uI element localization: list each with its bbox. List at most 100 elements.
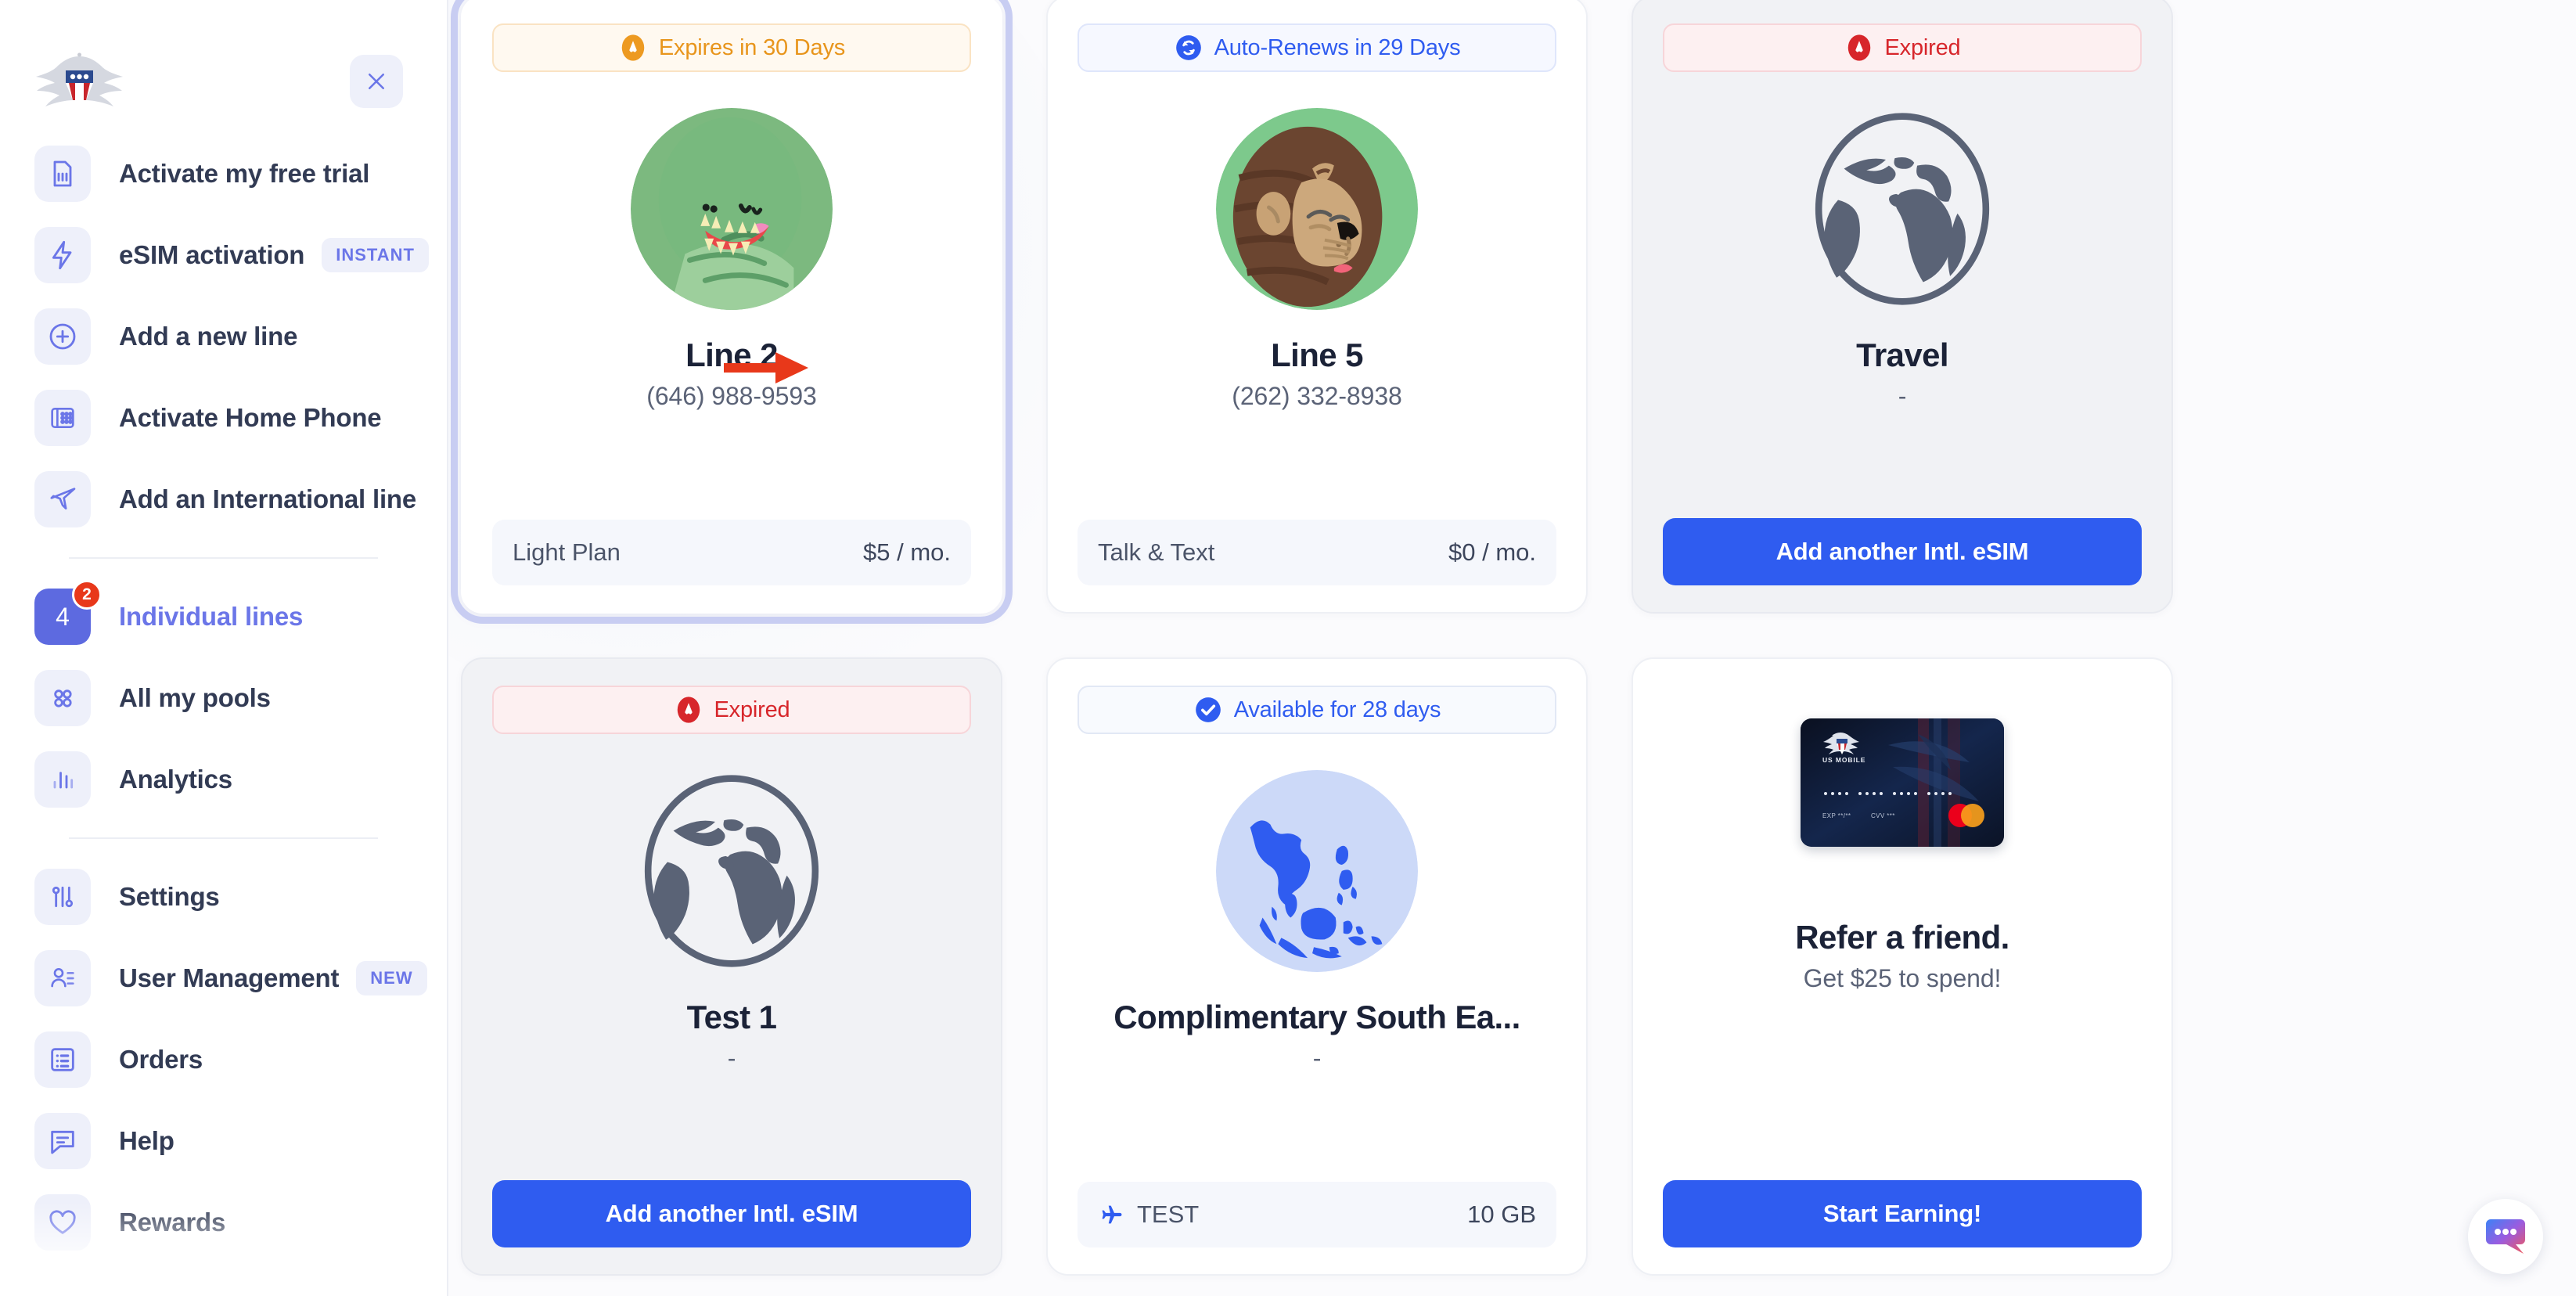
card-wrapper-line-5: Auto-Renews in 29 Days Line 5 (262) 332-… xyxy=(1046,0,1594,621)
svg-text:CVV ***: CVV *** xyxy=(1871,812,1895,819)
sidebar-item-analytics[interactable]: Analytics xyxy=(34,739,412,820)
sidebar-item-individual-lines[interactable]: 4 2 Individual lines xyxy=(34,576,412,657)
start-earning-button[interactable]: Start Earning! xyxy=(1663,1180,2142,1247)
card-wrapper-refer-a-friend: US MOBILE EXP **/** CVV *** Refer a frie… xyxy=(1632,657,2179,1283)
card-title: Test 1 xyxy=(686,999,777,1035)
us-mobile-logo-icon xyxy=(34,45,124,117)
card-title: Complimentary South Ea... xyxy=(1114,999,1520,1035)
line-count-value: 4 xyxy=(56,602,70,631)
sidebar-item-badge-instant: INSTANT xyxy=(322,238,429,272)
sidebar-item-label: Settings xyxy=(119,882,220,911)
close-icon[interactable] xyxy=(350,55,403,108)
sim-card-icon xyxy=(34,146,91,202)
sidebar-item-label: User Management xyxy=(119,963,340,992)
warning-icon xyxy=(1844,33,1874,63)
svg-text:US MOBILE: US MOBILE xyxy=(1822,756,1865,764)
us-mobile-debit-card-image: US MOBILE EXP **/** CVV *** xyxy=(1801,718,2004,847)
card-subtitle: (646) 988-9593 xyxy=(646,382,817,410)
plan-name: Light Plan xyxy=(513,538,621,566)
plan-summary-bar: TEST 10 GB xyxy=(1078,1182,1556,1247)
sidebar-divider-1 xyxy=(69,557,378,559)
card-title: Line 2 xyxy=(685,337,778,373)
card-subtitle: Get $25 to spend! xyxy=(1803,964,2002,992)
chat-launcher-button[interactable] xyxy=(2468,1199,2543,1274)
sidebar-item-rewards[interactable]: Rewards xyxy=(34,1182,412,1263)
sidebar-item-label: Orders xyxy=(119,1045,203,1074)
sidebar-item-label: eSIM activation xyxy=(119,240,305,269)
card-wrapper-travel: Expired Travel - Add another Intl. eSIM xyxy=(1632,0,2179,621)
plan-price: $0 / mo. xyxy=(1448,538,1536,566)
sidebar-item-user-management[interactable]: User Management NEW xyxy=(34,938,427,1019)
line-card-travel[interactable]: Expired Travel - Add another Intl. eSIM xyxy=(1632,0,2173,614)
sidebar-item-activate-my-free-trial[interactable]: Activate my free trial xyxy=(34,133,412,214)
status-text: Auto-Renews in 29 Days xyxy=(1214,34,1461,60)
main-content: Expires in 30 Days Line 2 (646) 988-9593… xyxy=(448,0,2576,1296)
add-another-intl-esim-button[interactable]: Add another Intl. eSIM xyxy=(492,1180,971,1247)
add-another-intl-esim-button[interactable]: Add another Intl. eSIM xyxy=(1663,518,2142,585)
sidebar: Activate my free trial eSIM activation I… xyxy=(0,0,448,1296)
sidebar-item-label: Rewards xyxy=(119,1208,226,1237)
globe-avatar xyxy=(1801,108,2003,310)
refresh-icon xyxy=(1174,33,1203,63)
users-icon xyxy=(34,950,91,1006)
sidebar-item-partial-below[interactable] xyxy=(34,1263,412,1296)
plan-summary-bar: Talk & Text $0 / mo. xyxy=(1078,520,1556,585)
lines-grid: Expires in 30 Days Line 2 (646) 988-9593… xyxy=(448,0,2576,1283)
sidebar-item-esim-activation[interactable]: eSIM activation INSTANT xyxy=(34,214,429,296)
app-root: Activate my free trial eSIM activation I… xyxy=(0,0,2576,1296)
chat-bubble-icon xyxy=(2484,1218,2527,1255)
sidebar-nav: Activate my free trial eSIM activation I… xyxy=(0,133,447,1296)
airplane-icon xyxy=(1098,1201,1124,1228)
card-title: Line 5 xyxy=(1271,337,1363,373)
status-badge: 2 xyxy=(72,580,102,610)
lion-avatar xyxy=(1216,108,1418,310)
card-subtitle: - xyxy=(1312,1044,1322,1072)
status-badge-expires: Expires in 30 Days xyxy=(492,23,971,72)
status-text: Expired xyxy=(1884,34,1961,60)
plan-name: TEST xyxy=(1137,1201,1200,1228)
airplane-icon xyxy=(34,471,91,527)
card-wrapper-test-1: Expired Test 1 - Add another Intl. eSIM xyxy=(461,657,1009,1283)
sidebar-item-badge-new: NEW xyxy=(356,961,427,995)
warning-icon xyxy=(674,695,703,725)
status-text: Expires in 30 Days xyxy=(658,34,846,60)
sidebar-divider-2 xyxy=(69,837,378,839)
desk-phone-icon xyxy=(34,390,91,446)
sidebar-item-label: Activate my free trial xyxy=(119,159,370,188)
sidebar-item-label: Individual lines xyxy=(119,602,304,631)
sidebar-item-activate-home-phone[interactable]: Activate Home Phone xyxy=(34,377,412,459)
card-title: Refer a friend. xyxy=(1795,919,2009,956)
sidebar-item-label: Help xyxy=(119,1126,174,1155)
sidebar-item-label: Add an International line xyxy=(119,484,417,513)
sidebar-item-label: Add a new line xyxy=(119,322,298,351)
message-icon xyxy=(34,1276,91,1296)
sidebar-item-all-my-pools[interactable]: All my pools xyxy=(34,657,412,739)
sidebar-item-label: Activate Home Phone xyxy=(119,403,382,432)
sidebar-item-orders[interactable]: Orders xyxy=(34,1019,412,1100)
line-card-line-2[interactable]: Expires in 30 Days Line 2 (646) 988-9593… xyxy=(451,0,1013,624)
sidebar-item-settings[interactable]: Settings xyxy=(34,856,412,938)
sidebar-item-help[interactable]: Help xyxy=(34,1100,412,1182)
warning-icon xyxy=(618,33,648,63)
line-card-line-5[interactable]: Auto-Renews in 29 Days Line 5 (262) 332-… xyxy=(1046,0,1588,614)
sidebar-item-add-a-new-line[interactable]: Add a new line xyxy=(34,296,412,377)
sidebar-item-label: Analytics xyxy=(119,765,232,794)
sidebar-header xyxy=(0,0,447,133)
refer-a-friend-card[interactable]: US MOBILE EXP **/** CVV *** Refer a frie… xyxy=(1632,657,2173,1276)
line-card-test-1[interactable]: Expired Test 1 - Add another Intl. eSIM xyxy=(461,657,1002,1276)
chat-bubble-icon xyxy=(34,1113,91,1169)
sidebar-item-add-an-international-line[interactable]: Add an International line xyxy=(34,459,416,540)
sliders-icon xyxy=(34,869,91,925)
list-box-icon xyxy=(34,1031,91,1088)
card-title: Travel xyxy=(1856,337,1948,373)
check-circle-icon xyxy=(1193,695,1223,725)
line-count-icon: 4 2 xyxy=(34,580,102,645)
card-subtitle: (262) 332-8938 xyxy=(1232,382,1402,410)
lightning-bolt-icon xyxy=(34,227,91,283)
sidebar-item-label: All my pools xyxy=(119,683,271,712)
plan-summary-bar: Light Plan $5 / mo. xyxy=(492,520,971,585)
line-card-complimentary-south-east-asia[interactable]: Available for 28 days Complimentary Sout… xyxy=(1046,657,1588,1276)
status-text: Expired xyxy=(714,697,790,722)
card-wrapper-line-2: Expires in 30 Days Line 2 (646) 988-9593… xyxy=(451,0,1013,624)
status-badge-expired: Expired xyxy=(1663,23,2142,72)
